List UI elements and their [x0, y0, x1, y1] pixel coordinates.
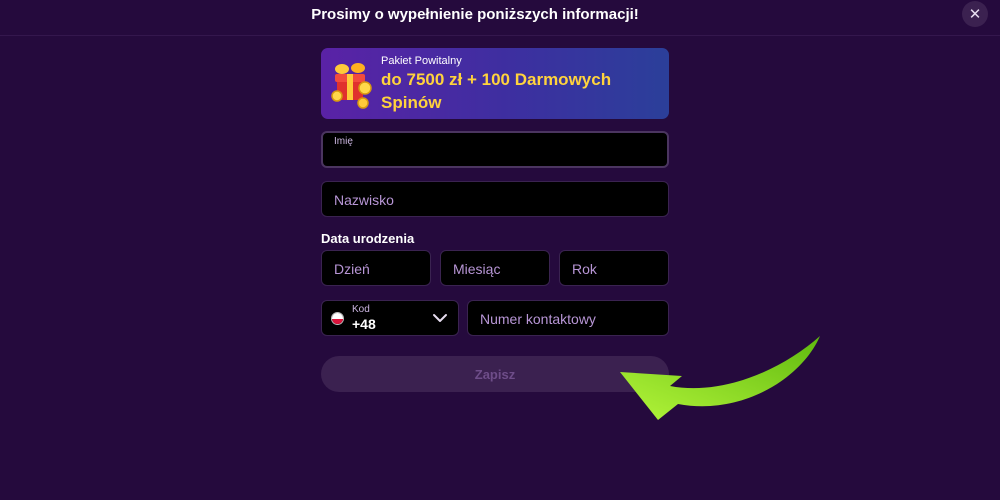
birth-month-placeholder: Miesiąc [453, 261, 501, 277]
country-code-label: Kod [352, 304, 370, 315]
last-name-placeholder: Nazwisko [334, 192, 394, 208]
birth-year-field[interactable]: Rok [559, 250, 669, 286]
banner-label: Pakiet Powitalny [381, 55, 462, 67]
first-name-label: Imię [334, 136, 353, 147]
birth-year-placeholder: Rok [572, 261, 597, 277]
chevron-down-icon [433, 314, 447, 322]
poland-flag-icon [331, 312, 344, 325]
pointer-arrow-icon [620, 336, 820, 420]
modal-title: Prosimy o wypełnienie poniższych informa… [311, 6, 639, 23]
welcome-bonus-banner: Pakiet Powitalny do 7500 zł + 100 Darmow… [321, 48, 669, 119]
first-name-field[interactable]: Imię [321, 131, 669, 168]
modal-header: Prosimy o wypełnienie poniższych informa… [0, 0, 1000, 36]
birth-day-placeholder: Dzień [334, 261, 370, 277]
gift-coins-icon [331, 63, 372, 109]
close-icon: ✕ [968, 6, 982, 23]
birth-day-field[interactable]: Dzień [321, 250, 431, 286]
last-name-field[interactable]: Nazwisko [321, 181, 669, 217]
country-code-select[interactable]: Kod +48 [321, 300, 459, 336]
close-button[interactable]: ✕ [962, 1, 988, 27]
country-code-value: +48 [352, 316, 376, 332]
birth-date-label: Data urodzenia [321, 231, 415, 246]
birth-month-field[interactable]: Miesiąc [440, 250, 550, 286]
banner-offer: do 7500 zł + 100 Darmowych Spinów [381, 70, 612, 112]
birth-date-row: Dzień Miesiąc Rok [321, 250, 669, 286]
phone-number-placeholder: Numer kontaktowy [480, 311, 596, 327]
